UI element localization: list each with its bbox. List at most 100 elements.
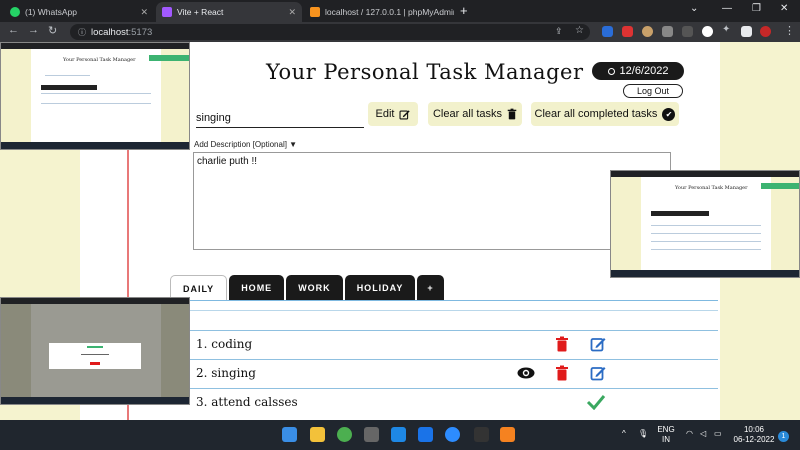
windows-start-icon[interactable] [282,427,297,442]
info-icon[interactable]: ⓘ [78,27,86,38]
extension-icon[interactable] [702,26,713,37]
edit-icon[interactable] [590,336,606,352]
ruled-line [170,310,718,311]
check-icon [586,395,606,410]
back-icon[interactable]: ← [8,24,19,36]
delete-icon[interactable] [554,336,570,352]
clock-date: 06-12-2022 [733,435,775,444]
chevron-up-icon[interactable]: ^ [622,429,626,439]
extension-icon[interactable] [662,26,673,37]
task-row: 2. singing [190,359,718,387]
clear-completed-tasks-button[interactable]: Clear all completed tasks ✔ [531,102,679,126]
close-icon[interactable]: ✕ [288,7,296,18]
edit-button[interactable]: Edit [368,102,418,126]
chrome-icon[interactable] [337,427,352,442]
logout-button[interactable]: Log Out [623,84,683,98]
thumbnail-title: Your Personal Task Manager [675,185,748,191]
minimize-icon[interactable]: — [722,3,732,14]
clear-all-label: Clear all tasks [432,108,503,120]
notification-badge[interactable]: 1 [778,431,789,442]
os-taskbar: ^ 🎙 ENG IN ◠ ◁ ▭ 10:06 06-12-2022 [0,420,800,450]
eye-icon[interactable] [517,365,535,381]
new-tab-icon[interactable]: + [460,3,468,18]
clock-time: 10:06 [743,425,765,434]
reload-icon[interactable]: ↻ [48,24,57,37]
clear-completed-label: Clear all completed tasks [534,108,658,120]
thumbnail-preview [0,297,190,405]
tab-whatsapp[interactable]: (1) WhatsApp ✕ [4,2,154,22]
browser-tab-bar: (1) WhatsApp ✕ Vite + React ✕ localhost … [0,0,800,22]
category-tabs: DAILY HOME WORK HOLIDAY + [170,275,444,301]
tab-home[interactable]: HOME [229,275,285,301]
share-icon[interactable]: ⇪ [555,26,563,37]
extension-icon[interactable] [642,26,653,37]
add-category-button[interactable]: + [417,275,444,301]
language-code: ENG [657,425,675,434]
edit-icon[interactable] [590,365,606,381]
task-row: 1. coding [190,330,718,358]
phpmyadmin-icon [310,7,320,17]
clock-icon [607,67,615,75]
file-explorer-icon[interactable] [310,427,325,442]
app-icon[interactable] [364,427,379,442]
address-bar[interactable]: ⓘ localhost:5173 [70,24,590,40]
delete-icon[interactable] [554,365,570,381]
terminal-icon[interactable] [474,427,489,442]
task-input[interactable] [196,108,364,128]
clear-all-tasks-button[interactable]: Clear all tasks [428,102,522,126]
page-title: Your Personal Task Manager [266,60,584,84]
date-text: 12/6/2022 [619,65,669,77]
task-name: 3. attend calsses [196,395,298,409]
close-window-icon[interactable]: ✕ [780,3,788,14]
app-icon[interactable] [391,427,406,442]
wifi-icon[interactable]: ◠ [686,429,693,439]
thumbnail-title: Your Personal Task Manager [63,57,136,63]
tab-holiday[interactable]: HOLIDAY [344,275,416,301]
clock[interactable]: 10:06 06-12-2022 [732,425,776,445]
microphone-icon[interactable]: 🎙 [638,429,648,439]
edit-icon [399,109,411,120]
extension-icon[interactable] [682,26,693,37]
tab-title: Vite + React [177,7,224,17]
vite-icon [162,7,172,17]
xampp-icon[interactable] [500,427,515,442]
thumbnail-preview: Your Personal Task Manager [610,170,800,278]
zoom-icon[interactable] [445,427,460,442]
tab-vite-react[interactable]: Vite + React ✕ [156,2,302,22]
avatar[interactable] [760,26,771,37]
task-name: 2. singing [196,366,256,380]
page-viewport: Your Personal Task Manager 12/6/2022 Log… [0,42,800,420]
tab-title: (1) WhatsApp [25,7,77,17]
task-row: 3. attend calsses [190,388,718,420]
restore-icon[interactable]: ❐ [752,3,761,14]
check-circle-icon: ✔ [662,107,676,121]
battery-icon[interactable]: ▭ [714,429,722,439]
volume-icon[interactable]: ◁ [700,429,706,439]
puzzle-icon[interactable]: ✦ [722,24,730,35]
forward-icon[interactable]: → [28,24,39,36]
url-host: localhost [91,26,129,38]
date-badge: 12/6/2022 [592,62,684,80]
description-toggle[interactable]: Add Description [Optional] ▼ [194,140,297,149]
task-name: 1. coding [196,337,253,351]
description-field[interactable]: charlie puth !! [193,152,671,250]
vscode-icon[interactable] [418,427,433,442]
tabs-divider [170,300,718,301]
extension-icon[interactable] [622,26,633,37]
extension-icon[interactable] [602,26,613,37]
trash-icon [507,108,517,120]
tab-work[interactable]: WORK [286,275,343,301]
tab-search-icon[interactable]: ⌄ [690,3,698,14]
tab-phpmyadmin[interactable]: localhost / 127.0.0.1 | phpMyAdmin ✕ [304,2,454,22]
region-code: IN [662,435,670,444]
edit-label: Edit [375,108,395,120]
thumbnail-preview: Your Personal Task Manager [0,42,190,150]
close-icon[interactable]: ✕ [140,7,148,18]
menu-icon[interactable]: ⋮ [784,24,795,37]
bookmark-star-icon[interactable]: ☆ [575,25,584,36]
browser-toolbar: ← → ↻ ⓘ localhost:5173 ⇪ ☆ ✦ ⋮ [0,22,800,42]
whatsapp-icon [10,7,20,17]
sidepanel-icon[interactable] [741,26,752,37]
language-indicator[interactable]: ENG IN [654,425,678,445]
url-port: :5173 [128,26,153,38]
